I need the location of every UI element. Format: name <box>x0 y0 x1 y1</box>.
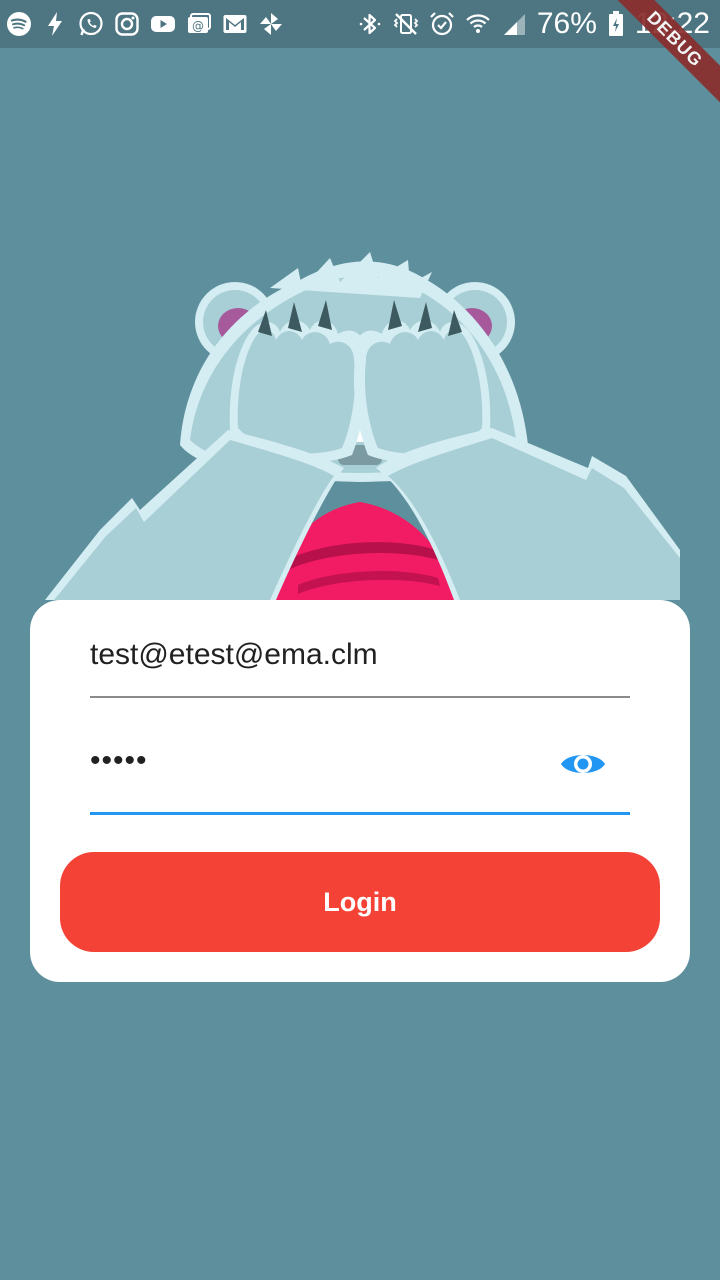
alarm-icon <box>429 11 455 37</box>
email-at-icon: @ <box>186 11 212 37</box>
clock: 12:22 <box>634 7 710 40</box>
cell-signal-icon <box>501 11 527 37</box>
email-field[interactable]: test@etest@ema.clm <box>90 630 630 698</box>
vibrate-icon <box>393 11 419 37</box>
status-bar: @ 76% 12:22 <box>0 0 720 48</box>
system-icons: 76% 12:22 <box>357 8 710 40</box>
whatsapp-icon <box>78 11 104 37</box>
bear-illustration <box>45 252 680 600</box>
eye-icon[interactable] <box>560 746 606 782</box>
pinwheel-icon <box>258 11 284 37</box>
battery-icon <box>607 11 625 37</box>
login-card: test@etest@ema.clm ••••• Login <box>30 600 690 982</box>
youtube-icon <box>150 11 176 37</box>
email-input-value[interactable]: test@etest@ema.clm <box>90 638 378 672</box>
gmail-icon <box>222 11 248 37</box>
battery-percent: 76% <box>536 7 597 40</box>
wifi-icon <box>465 11 491 37</box>
password-field[interactable]: ••••• <box>90 730 630 815</box>
instagram-icon <box>114 11 140 37</box>
notification-icons: @ <box>6 8 284 40</box>
bolt-icon <box>42 11 68 37</box>
login-button[interactable]: Login <box>60 852 660 952</box>
svg-text:@: @ <box>192 19 204 33</box>
password-input-value[interactable]: ••••• <box>90 744 148 778</box>
bluetooth-icon <box>357 11 383 37</box>
spotify-icon <box>6 11 32 37</box>
